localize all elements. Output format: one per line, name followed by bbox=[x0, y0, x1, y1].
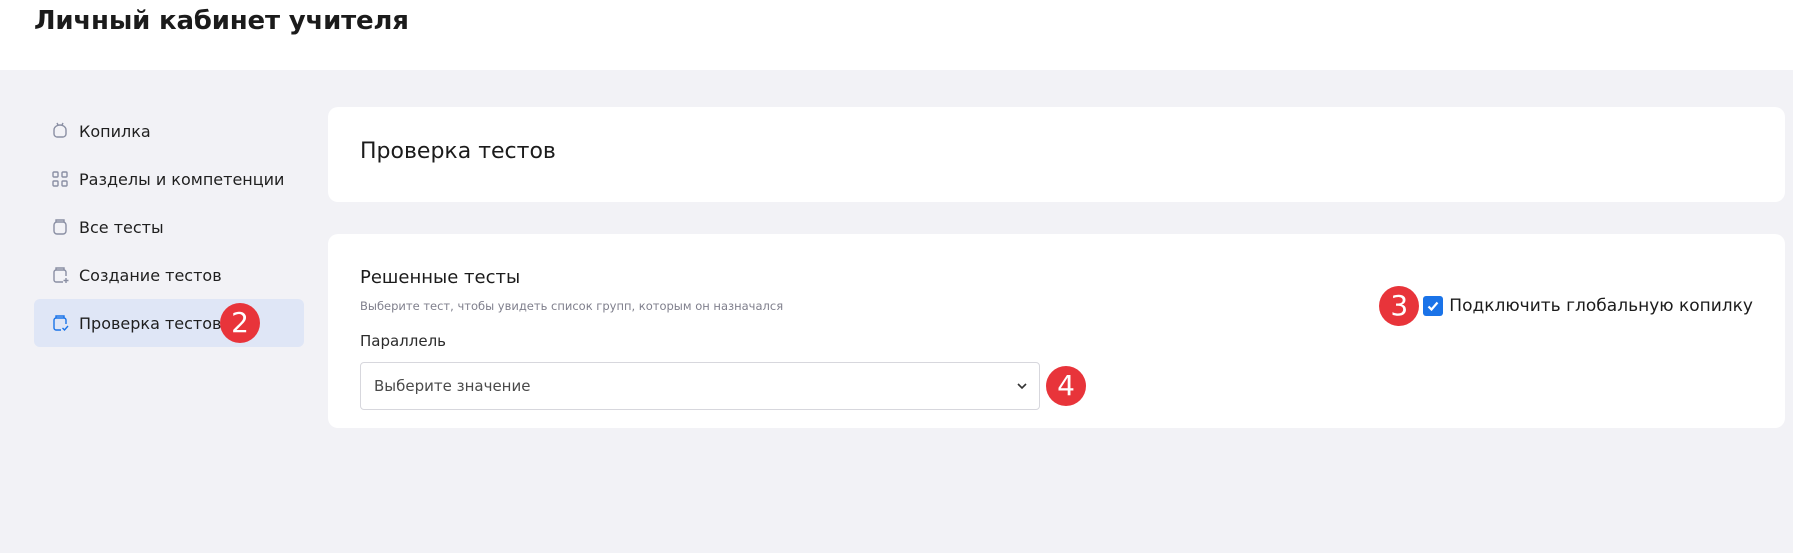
annotation-marker-4: 4 bbox=[1046, 366, 1086, 406]
section-title: Решенные тесты bbox=[360, 267, 521, 288]
check-test-icon bbox=[50, 313, 70, 333]
sidebar-item-label: Разделы и компетенции bbox=[79, 169, 285, 189]
sidebar-item-all-tests[interactable]: Все тесты bbox=[34, 203, 304, 251]
annotation-marker-3: 3 bbox=[1379, 286, 1420, 326]
sidebar-item-label: Все тесты bbox=[79, 217, 164, 237]
sidebar-item-label: Создание тестов bbox=[79, 265, 222, 285]
chevron-down-icon bbox=[1017, 383, 1027, 390]
create-test-icon bbox=[50, 265, 70, 285]
app-title: Личный кабинет учителя bbox=[34, 6, 409, 36]
piggy-bank-icon bbox=[50, 121, 70, 141]
sidebar-item-label: Проверка тестов bbox=[79, 313, 222, 333]
solved-tests-card: Решенные тесты Выберите тест, чтобы увид… bbox=[328, 234, 1785, 428]
global-bank-label: Подключить глобальную копилку bbox=[1449, 296, 1753, 316]
section-hint: Выберите тест, чтобы увидеть список груп… bbox=[360, 299, 784, 313]
page-header-card: Проверка тестов bbox=[328, 107, 1785, 202]
global-bank-toggle[interactable]: 3 Подключить глобальную копилку bbox=[1379, 286, 1753, 326]
annotation-marker-2: 2 bbox=[220, 303, 260, 343]
sidebar-item-label: Копилка bbox=[79, 121, 151, 141]
parallel-select[interactable]: Выберите значение bbox=[360, 362, 1040, 410]
page-title: Проверка тестов bbox=[360, 139, 556, 164]
sidebar-item-create-tests[interactable]: Создание тестов bbox=[34, 251, 304, 299]
sidebar-item-check-tests[interactable]: Проверка тестов 2 bbox=[34, 299, 304, 347]
checkmark-icon bbox=[1428, 301, 1439, 312]
parallel-label: Параллель bbox=[360, 332, 447, 350]
sidebar: Копилка Разделы и компетенции Все тесты … bbox=[34, 107, 304, 347]
parallel-select-value: Выберите значение bbox=[374, 377, 531, 395]
sidebar-item-piggy-bank[interactable]: Копилка bbox=[34, 107, 304, 155]
global-bank-checkbox[interactable] bbox=[1423, 296, 1444, 316]
sidebar-item-sections[interactable]: Разделы и компетенции bbox=[34, 155, 304, 203]
top-bar: Личный кабинет учителя bbox=[0, 0, 1793, 70]
tests-jar-icon bbox=[50, 217, 70, 237]
grid-icon bbox=[50, 169, 70, 189]
